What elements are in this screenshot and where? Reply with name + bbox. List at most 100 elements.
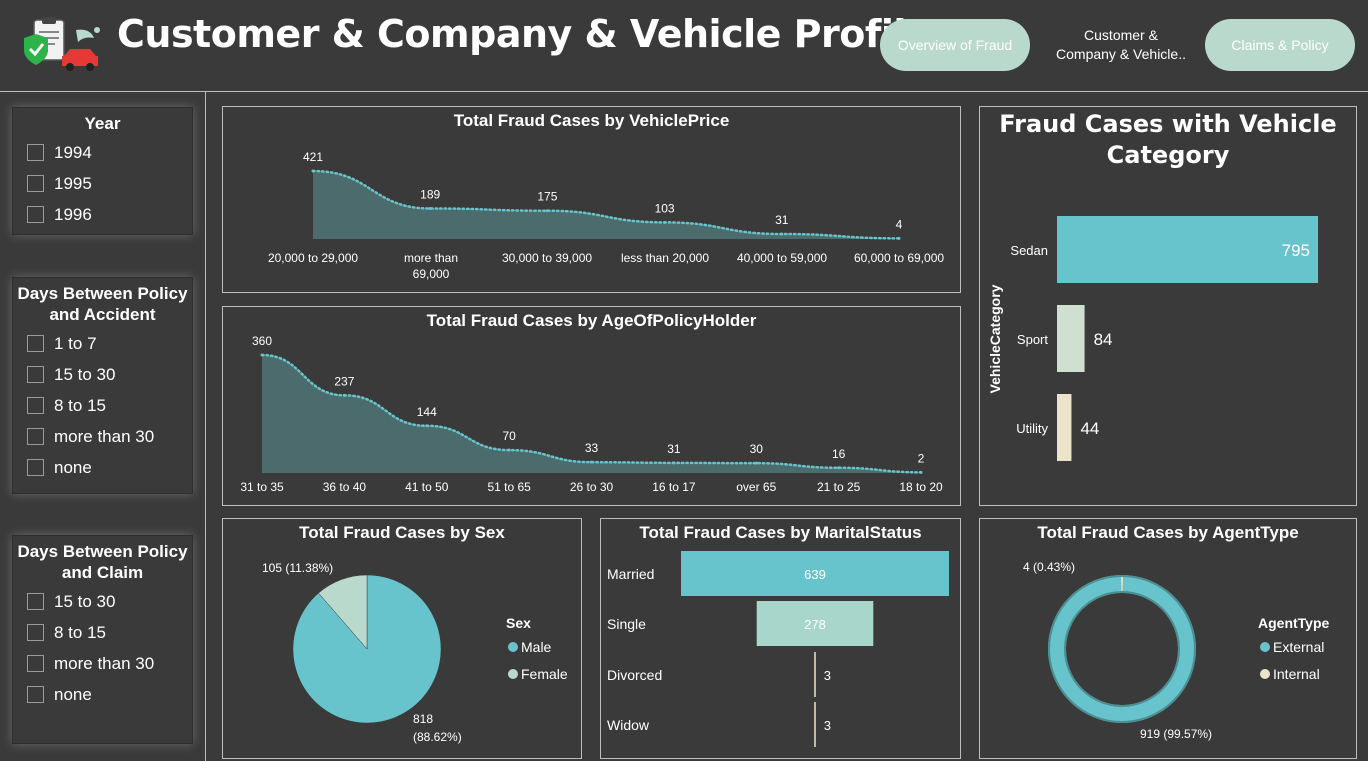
year-option-label: 1995 [54, 173, 92, 193]
bar [814, 702, 816, 747]
days-policy-accident-option-label: none [54, 457, 92, 477]
checkbox[interactable] [27, 335, 44, 352]
days-policy-claim-title: Days Between Policy and Claim [13, 541, 192, 583]
legend-marker [508, 669, 518, 679]
x-tick-label: more than 69,000 [404, 251, 458, 281]
legend-item: External [1273, 639, 1324, 655]
days-policy-accident-option-label: 1 to 7 [54, 333, 97, 353]
checkbox[interactable] [27, 175, 44, 192]
header: Customer & Company & Vehicle Profile Ove… [0, 0, 1368, 92]
data-label: 30 [750, 442, 764, 456]
data-label: 4 (0.43%) [1023, 560, 1075, 574]
nav-overview-button[interactable]: Overview of Fraud [880, 19, 1030, 71]
agent-type-chart-panel: Total Fraud Cases by AgentType 919 (99.5… [979, 518, 1357, 759]
days-policy-claim-option[interactable]: 15 to 30 [13, 586, 192, 617]
legend-item: Female [521, 666, 568, 682]
data-label: 818 [413, 712, 433, 726]
x-tick-label: 26 to 30 [570, 480, 614, 494]
checkbox[interactable] [27, 655, 44, 672]
bar [814, 652, 816, 697]
checkbox[interactable] [27, 459, 44, 476]
checkbox[interactable] [27, 624, 44, 641]
days-policy-accident-option-label: more than 30 [54, 426, 155, 446]
year-slicer-options: 1994 1995 1996 [13, 137, 192, 230]
checkbox[interactable] [27, 428, 44, 445]
days-policy-accident-option[interactable]: 8 to 15 [13, 390, 192, 421]
checkbox[interactable] [27, 206, 44, 223]
year-option[interactable]: 1995 [13, 168, 192, 199]
days-policy-claim-option[interactable]: 8 to 15 [13, 617, 192, 648]
page-title: Customer & Company & Vehicle Profile [117, 12, 932, 56]
data-label: 189 [420, 187, 440, 201]
y-tick-label: Married [607, 566, 654, 582]
days-policy-accident-option[interactable]: 1 to 7 [13, 328, 192, 359]
x-tick-label: 20,000 to 29,000 [268, 251, 358, 265]
data-point [425, 424, 429, 428]
data-point [919, 470, 923, 474]
data-label: 31 [775, 213, 789, 227]
data-label: 70 [502, 429, 516, 443]
checkbox[interactable] [27, 686, 44, 703]
legend-title: Sex [506, 615, 531, 631]
days-policy-accident-title-line1: Days Between Policy [17, 284, 188, 303]
data-label: 639 [804, 567, 826, 582]
data-point [837, 466, 841, 470]
x-tick-label: 51 to 65 [487, 480, 531, 494]
data-label: 360 [252, 334, 272, 348]
legend-item: Internal [1273, 666, 1320, 682]
year-slicer-title: Year [84, 114, 121, 133]
vehicle-price-chart-panel: Total Fraud Cases by VehiclePrice 421 189… [222, 106, 961, 293]
checkbox[interactable] [27, 144, 44, 161]
nav-current-line1: Customer & [1084, 27, 1158, 43]
x-tick-label: less than 20,000 [621, 251, 709, 265]
data-label: 33 [585, 441, 599, 455]
year-option[interactable]: 1994 [13, 137, 192, 168]
data-point [754, 461, 758, 465]
bar [1057, 305, 1085, 372]
data-label: 3 [824, 668, 831, 683]
days-policy-accident-option[interactable]: more than 30 [13, 421, 192, 452]
days-policy-claim-option[interactable]: none [13, 679, 192, 710]
donut-inner-outline [1064, 591, 1180, 707]
data-point [342, 393, 346, 397]
days-policy-claim-option-label: more than 30 [54, 653, 155, 673]
y-tick-label: Sedan [1010, 243, 1048, 258]
days-policy-claim-option[interactable]: more than 30 [13, 648, 192, 679]
days-policy-claim-slicer: Days Between Policy and Claim 15 to 30 8 … [12, 535, 193, 744]
vehicle-category-chart-panel: Fraud Cases with Vehicle Category Vehicl… [979, 106, 1357, 506]
legend-marker [1260, 642, 1270, 652]
data-point [545, 209, 549, 213]
nav-claims-button[interactable]: Claims & Policy [1205, 19, 1355, 71]
data-label: 237 [334, 374, 354, 388]
data-label: 31 [667, 442, 681, 456]
x-tick-label: 18 to 20 [899, 480, 943, 494]
checkbox[interactable] [27, 397, 44, 414]
year-option[interactable]: 1996 [13, 199, 192, 230]
y-tick-label: Single [607, 616, 646, 632]
legend-marker [508, 642, 518, 652]
x-tick-label: 30,000 to 39,000 [502, 251, 592, 265]
y-tick-label: Utility [1016, 421, 1048, 436]
days-policy-claim-options: 15 to 30 8 to 15 more than 30 none [13, 586, 192, 710]
data-label: 175 [537, 190, 557, 204]
age-policy-holder-chart-panel: Total Fraud Cases by AgeOfPolicyHolder 3… [222, 306, 961, 506]
days-policy-accident-option-label: 8 to 15 [54, 395, 106, 415]
y-tick-label: Widow [607, 717, 650, 733]
x-tick-label: 31 to 35 [240, 480, 284, 494]
days-policy-accident-option[interactable]: none [13, 452, 192, 483]
y-tick-label: Divorced [607, 667, 662, 683]
marital-status-chart: Married 639 Single 278 Divorced 3 Widow 3 [607, 551, 949, 747]
nav-current-page[interactable]: Customer & Company & Vehicle.. [1048, 26, 1194, 64]
data-point [590, 460, 593, 464]
agent-type-chart: 919 (99.57%) 4 (0.43%) AgentType External In… [1023, 560, 1330, 741]
fraud-claims-logo-icon [24, 17, 100, 71]
data-point [507, 448, 511, 452]
days-policy-accident-title: Days Between Policy and Accident [13, 283, 192, 325]
checkbox[interactable] [27, 593, 44, 610]
days-policy-claim-title-line2: and Claim [61, 563, 144, 582]
checkbox[interactable] [27, 366, 44, 383]
vehicle-price-chart: 421 189 175 103 31 4 20,000 to 29,000 more than… [268, 150, 944, 281]
days-policy-accident-option[interactable]: 15 to 30 [13, 359, 192, 390]
donut-outline [1048, 575, 1196, 723]
legend-marker [1260, 669, 1270, 679]
